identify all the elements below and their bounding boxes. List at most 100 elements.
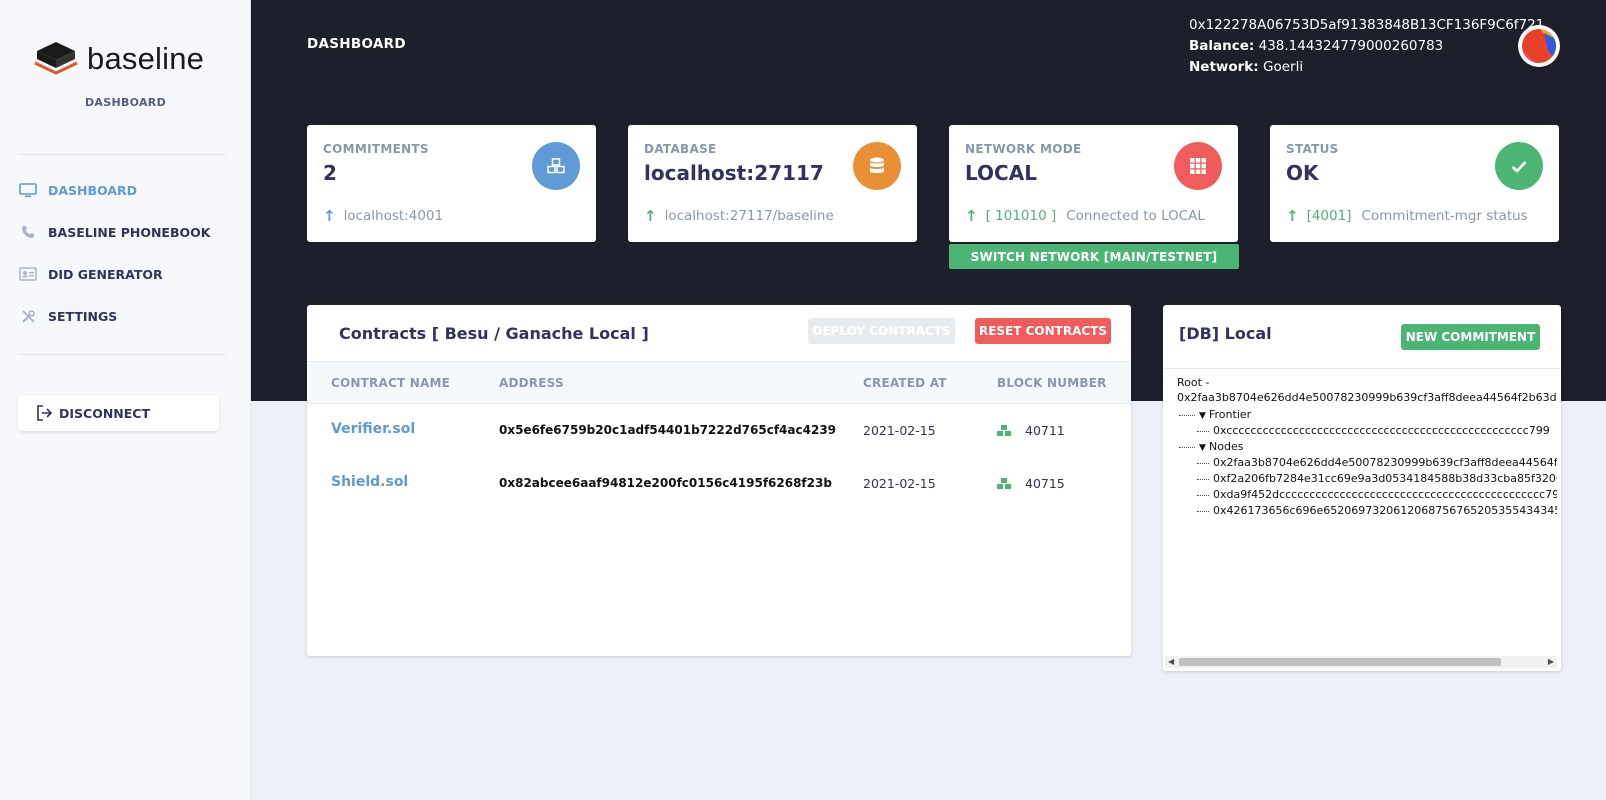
db-divider	[1163, 368, 1561, 369]
tree-connector	[1197, 478, 1209, 480]
block-number: 40711	[1025, 423, 1065, 438]
tree-leaf[interactable]: 0x2faa3b8704e626dd4e50078230999b639cf3af…	[1197, 455, 1557, 471]
sidebar-subtitle: DASHBOARD	[84, 96, 167, 109]
sidebar: baseline DASHBOARD DASHBOARD BASELINE PH…	[0, 0, 251, 800]
card-label: DATABASE	[644, 142, 717, 156]
scrollbar-thumb[interactable]	[1179, 658, 1501, 666]
horizontal-scrollbar[interactable]: ◀ ▶	[1165, 656, 1557, 668]
table-header: CONTRACT NAME ADDRESS CREATED AT BLOCK N…	[307, 361, 1131, 404]
commitments-card: COMMITMENTS 2 ↑ localhost:4001	[307, 125, 596, 242]
card-label: COMMITMENTS	[323, 142, 429, 156]
sidebar-item-settings[interactable]: SETTINGS	[18, 305, 226, 327]
deploy-contracts-button[interactable]: DEPLOY CONTRACTS	[808, 318, 955, 344]
tree-connector	[1197, 462, 1209, 464]
sign-out-icon	[37, 405, 53, 421]
balance-value: 438.144324779000260783	[1258, 38, 1444, 54]
chevron-down-icon[interactable]: ▼	[1199, 408, 1209, 424]
new-commitment-button[interactable]: NEW COMMITMENT	[1401, 324, 1540, 350]
column-header-block-number[interactable]: BLOCK NUMBER	[997, 376, 1107, 390]
contract-name-link[interactable]: Verifier.sol	[331, 421, 415, 437]
scroll-right-icon[interactable]: ▶	[1548, 656, 1554, 668]
scroll-left-icon[interactable]: ◀	[1168, 656, 1174, 668]
tree-leaf[interactable]: 0xcccccccccccccccccccccccccccccccccccccc…	[1197, 423, 1550, 439]
disconnect-label: DISCONNECT	[59, 405, 150, 421]
db-title: [DB] Local	[1179, 324, 1272, 343]
card-value: OK	[1286, 161, 1319, 185]
contract-name-link[interactable]: Shield.sol	[331, 474, 408, 490]
tree-leaf-hash: 0xcccccccccccccccccccccccccccccccccccccc…	[1213, 424, 1550, 437]
table-row: Verifier.sol 0x5e6fe6759b20c1adf54401b72…	[307, 411, 1131, 451]
card-value: localhost:27117	[644, 161, 824, 185]
card-footer: ↑ [4001] Commitment-mgr status	[1286, 207, 1528, 225]
account-address[interactable]: 0x122278A06753D5af91383848B13CF136F9C6f7…	[1189, 15, 1544, 36]
arrow-up-icon: ↑	[323, 207, 336, 225]
chevron-down-icon[interactable]: ▼	[1199, 440, 1209, 456]
card-footer: ↑ localhost:27117/baseline	[644, 207, 834, 225]
tree-leaf-hash: 0xda9f452dcccccccccccccccccccccccccccccc…	[1213, 488, 1557, 501]
db-panel: [DB] Local NEW COMMITMENT Root - 0x2faa3…	[1163, 305, 1561, 671]
card-footer-text: localhost:27117/baseline	[664, 208, 834, 224]
status-tag: [4001]	[1306, 208, 1352, 224]
network-value: Goerli	[1263, 59, 1304, 75]
card-value: 2	[323, 161, 337, 185]
tree-connector	[1179, 446, 1195, 448]
tree-node-nodes[interactable]: ▼ Nodes	[1179, 439, 1243, 456]
database-card: DATABASE localhost:27117 ↑ localhost:271…	[628, 125, 917, 242]
created-at: 2021-02-15	[863, 476, 936, 491]
sidebar-item-dashboard[interactable]: DASHBOARD	[18, 179, 226, 201]
card-footer: ↑ [ 101010 ] Connected to LOCAL	[965, 207, 1205, 225]
contracts-panel: Contracts [ Besu / Ganache Local ] DEPLO…	[307, 305, 1131, 656]
cubes-icon	[532, 142, 580, 190]
contract-address: 0x82abcee6aaf94812e200fc0156c4195f6268f2…	[499, 476, 832, 490]
tree-node-label: Nodes	[1209, 440, 1244, 453]
switch-network-button[interactable]: SWITCH NETWORK [MAIN/TESTNET]	[949, 244, 1239, 269]
block-number: 40715	[1025, 476, 1065, 491]
sidebar-item-label: SETTINGS	[48, 308, 118, 324]
card-label: STATUS	[1286, 142, 1339, 156]
sidebar-item-baseline-phonebook[interactable]: BASELINE PHONEBOOK	[18, 221, 226, 243]
monitor-icon	[18, 182, 38, 198]
balance-line: Balance: 438.144324779000260783	[1189, 36, 1544, 57]
tree-root-label: Root -	[1177, 376, 1210, 389]
column-header-contract-name[interactable]: CONTRACT NAME	[331, 376, 450, 390]
network-mode-card: NETWORK MODE LOCAL ↑ [ 101010 ] Connecte…	[949, 125, 1238, 242]
avatar[interactable]	[1518, 25, 1560, 67]
card-footer: ↑ localhost:4001	[323, 207, 443, 225]
tree-leaf[interactable]: 0x426173656c696e652069732061206875676520…	[1197, 503, 1557, 519]
reset-contracts-button[interactable]: RESET CONTRACTS	[975, 318, 1111, 344]
sidebar-divider	[18, 154, 226, 155]
column-header-created-at[interactable]: CREATED AT	[863, 376, 947, 390]
tree-leaf[interactable]: 0xf2a206fb7284e31cc69e9a3d0534184588b38d…	[1197, 471, 1557, 487]
id-card-icon	[18, 266, 38, 282]
phone-icon	[18, 224, 38, 240]
tree-root-hash: 0x2faa3b8704e626dd4e50078230999b639cf3af…	[1177, 391, 1557, 404]
table-row: Shield.sol 0x82abcee6aaf94812e200fc0156c…	[307, 464, 1131, 504]
tree-node-frontier[interactable]: ▼ Frontier	[1179, 407, 1251, 424]
network-tag: [ 101010 ]	[985, 208, 1057, 224]
baseline-logo-icon	[34, 42, 78, 75]
balance-label: Balance:	[1189, 38, 1255, 54]
card-footer-text: Commitment-mgr status	[1361, 208, 1528, 224]
column-header-address[interactable]: ADDRESS	[499, 376, 564, 390]
merkle-tree-view[interactable]: Root - 0x2faa3b8704e626dd4e50078230999b6…	[1177, 375, 1557, 640]
sidebar-item-did-generator[interactable]: DID GENERATOR	[18, 263, 226, 285]
network-line: Network: Goerli	[1189, 57, 1544, 78]
contract-address: 0x5e6fe6759b20c1adf54401b7222d765cf4ac42…	[499, 423, 837, 437]
tree-connector	[1197, 494, 1209, 496]
cubes-icon	[997, 478, 1011, 489]
tree-connector	[1197, 510, 1209, 512]
status-card: STATUS OK ↑ [4001] Commitment-mgr status	[1270, 125, 1559, 242]
sidebar-item-label: BASELINE PHONEBOOK	[48, 224, 211, 240]
disconnect-button[interactable]: DISCONNECT	[18, 395, 219, 431]
tree-leaf-hash: 0x2faa3b8704e626dd4e50078230999b639cf3af…	[1213, 456, 1557, 469]
card-footer-text: Connected to LOCAL	[1066, 208, 1205, 224]
brand-logo[interactable]: baseline	[33, 40, 204, 78]
check-icon	[1495, 142, 1543, 190]
tree-connector	[1179, 414, 1195, 416]
tree-leaf[interactable]: 0xda9f452dcccccccccccccccccccccccccccccc…	[1197, 487, 1557, 503]
arrow-up-icon: ↑	[1286, 207, 1299, 225]
page-title: DASHBOARD	[307, 36, 406, 52]
sidebar-item-label: DASHBOARD	[48, 182, 138, 198]
network-label: Network:	[1189, 59, 1259, 75]
tree-leaf-hash: 0x426173656c696e652069732061206875676520…	[1213, 504, 1557, 517]
